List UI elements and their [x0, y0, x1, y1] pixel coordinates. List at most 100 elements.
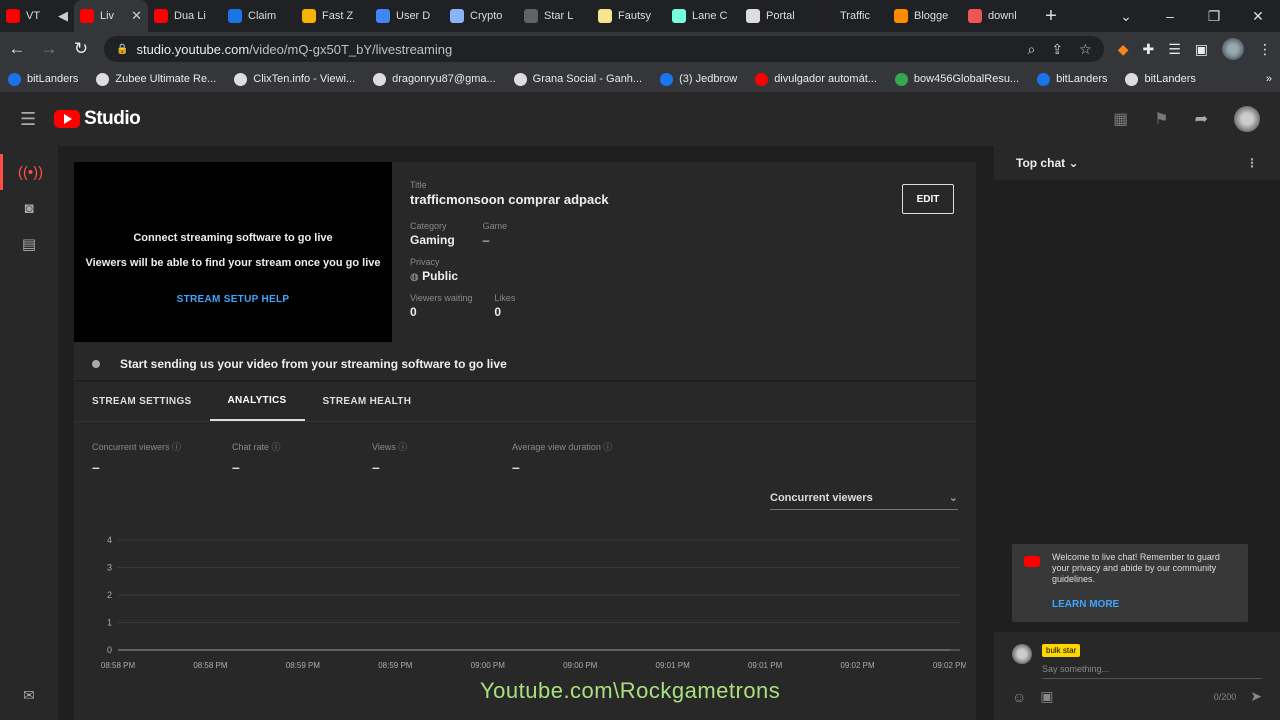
- metamask-icon[interactable]: ◆: [1118, 41, 1129, 58]
- bookmark-star-icon[interactable]: ☆: [1079, 41, 1092, 58]
- browser-tab[interactable]: downl: [962, 0, 1036, 32]
- webcam-icon[interactable]: ◙: [0, 190, 58, 226]
- bookmark-item[interactable]: bitLanders: [8, 72, 79, 86]
- bookmark-label: bitLanders: [1056, 73, 1108, 85]
- tab-stream-health[interactable]: STREAM HEALTH: [305, 382, 430, 421]
- bookmark-favicon-icon: [1037, 72, 1051, 86]
- bookmark-item[interactable]: bow456GlobalResu...: [894, 72, 1019, 86]
- url-bar[interactable]: 🔒 studio.youtube.com/video/mQ-gx50T_bY/l…: [104, 36, 1104, 62]
- help-icon[interactable]: ⓘ: [398, 442, 407, 452]
- tab-title: Portal: [766, 10, 795, 22]
- stream-preview-card: Connect streaming software to go live Vi…: [74, 162, 976, 380]
- window-controls: ⌄ – ❐ ✕: [1104, 8, 1280, 25]
- bookmark-item[interactable]: bitLanders: [1125, 72, 1196, 86]
- browser-tab[interactable]: Dua Li: [148, 0, 222, 32]
- concurrent-viewers-chart: 0 1 2 3 4 08:58 PM 08:58 PM 08:59 PM 08:59 PM 09:…: [101, 535, 966, 670]
- learn-more-link[interactable]: LEARN MORE: [1052, 599, 1238, 610]
- browser-tab[interactable]: Fast Z: [296, 0, 370, 32]
- tab-title: Liv: [100, 10, 115, 22]
- browser-tab[interactable]: Liv ✕: [74, 0, 148, 32]
- bookmark-item[interactable]: (3) Jedbrow: [660, 72, 738, 86]
- forward-button[interactable]: →: [40, 39, 58, 59]
- browser-tab[interactable]: User D: [370, 0, 444, 32]
- super-chat-icon[interactable]: ▣: [1040, 688, 1053, 705]
- help-icon[interactable]: ⓘ: [603, 442, 612, 452]
- bookmark-label: (3) Jedbrow: [679, 73, 738, 85]
- bookmark-item[interactable]: bitLanders: [1037, 72, 1108, 86]
- account-avatar[interactable]: [1234, 106, 1260, 132]
- tab-title: Dua Li: [174, 10, 206, 22]
- preview-submessage: Viewers will be able to find your stream…: [85, 257, 381, 269]
- browser-tab-strip: VT ◀ Liv ✕ Dua Li Claim Fast Z User D Crypto Star…: [0, 0, 1280, 32]
- stream-setup-help-link[interactable]: STREAM SETUP HELP: [74, 294, 392, 305]
- bookmark-item[interactable]: dragonryu87@gma...: [373, 72, 496, 86]
- browser-tab[interactable]: Blogge: [888, 0, 962, 32]
- feedback-icon[interactable]: ✉: [0, 687, 58, 704]
- browser-tab[interactable]: Star L: [518, 0, 592, 32]
- browser-tab[interactable]: VT ◀: [0, 0, 74, 32]
- reload-button[interactable]: ↻: [72, 39, 90, 59]
- back-button[interactable]: ←: [8, 39, 26, 59]
- tab-search-icon[interactable]: ⌄: [1104, 8, 1148, 25]
- minimize-button[interactable]: –: [1148, 8, 1192, 25]
- studio-logo[interactable]: Studio: [54, 108, 141, 130]
- tab-favicon-icon: [598, 9, 612, 23]
- share-icon[interactable]: ⇪: [1051, 41, 1063, 58]
- stream-live-icon[interactable]: ((•)): [0, 154, 58, 190]
- clapper-icon[interactable]: ▦: [1113, 109, 1128, 129]
- browser-tab[interactable]: Lane C: [666, 0, 740, 32]
- chat-input[interactable]: Say something...: [1042, 664, 1109, 674]
- tab-title: Claim: [248, 10, 277, 22]
- profile-avatar[interactable]: [1222, 38, 1244, 60]
- browser-tab[interactable]: Traffic: [814, 0, 888, 32]
- mute-icon[interactable]: ◀: [58, 8, 68, 24]
- browser-tab[interactable]: Crypto: [444, 0, 518, 32]
- preview-message: Connect streaming software to go live: [133, 232, 333, 244]
- bookmark-label: dragonryu87@gma...: [392, 73, 496, 85]
- chat-mode-label: Top chat: [1016, 156, 1066, 170]
- bookmark-item[interactable]: Zubee Ultimate Re...: [96, 72, 216, 86]
- chevron-down-icon: ⌄: [948, 492, 958, 504]
- tab-title: VT: [26, 10, 41, 22]
- bookmark-item[interactable]: ClixTen.info - Viewi...: [234, 72, 356, 86]
- browser-tab[interactable]: Fautsy: [592, 0, 666, 32]
- chat-menu-icon[interactable]: ⋮: [1246, 156, 1258, 170]
- new-tab-button[interactable]: +: [1036, 5, 1066, 28]
- emoji-icon[interactable]: ☺: [1012, 689, 1026, 705]
- bookmark-label: bitLanders: [27, 73, 79, 85]
- close-tab-icon[interactable]: ✕: [131, 8, 142, 24]
- metric-label: Views: [372, 442, 396, 452]
- help-icon[interactable]: ⓘ: [172, 442, 181, 452]
- side-panel-icon[interactable]: ▣: [1195, 41, 1208, 58]
- tab-favicon-icon: [820, 9, 834, 23]
- extensions-puzzle-icon[interactable]: ✚: [1142, 41, 1154, 58]
- game-value: –: [482, 233, 490, 247]
- metric-views: Views ⓘ –: [372, 440, 512, 475]
- help-icon[interactable]: ⓘ: [272, 442, 281, 452]
- browser-menu-icon[interactable]: ⋮: [1258, 41, 1272, 58]
- restore-button[interactable]: ❐: [1192, 8, 1236, 25]
- viewers-waiting-value: 0: [410, 305, 417, 319]
- studio-logo-text: Studio: [84, 108, 141, 129]
- reading-list-icon[interactable]: ☰: [1168, 41, 1181, 58]
- share-arrow-icon[interactable]: ➦: [1195, 109, 1208, 129]
- metric-dropdown[interactable]: Concurrent viewers ⌄: [770, 486, 958, 510]
- hamburger-menu-icon[interactable]: ☰: [20, 109, 36, 130]
- close-window-button[interactable]: ✕: [1236, 8, 1280, 25]
- bookmark-item[interactable]: Grana Social - Ganh...: [513, 72, 642, 86]
- edit-button[interactable]: EDIT: [902, 184, 954, 214]
- browser-tab[interactable]: Claim: [222, 0, 296, 32]
- top-chat-dropdown[interactable]: Top chat ⌄: [1016, 156, 1079, 170]
- x-tick-label: 08:58 PM: [101, 661, 136, 670]
- tab-stream-settings[interactable]: STREAM SETTINGS: [74, 382, 210, 421]
- tab-analytics[interactable]: ANALYTICS: [209, 382, 305, 421]
- calendar-icon[interactable]: ▤: [0, 226, 58, 262]
- lock-icon: 🔒: [116, 43, 129, 55]
- bookmark-item[interactable]: divulgador automát...: [755, 72, 877, 86]
- browser-tab[interactable]: Portal: [740, 0, 814, 32]
- more-bookmarks-icon[interactable]: »: [1266, 73, 1272, 85]
- bookmark-label: ClixTen.info - Viewi...: [253, 73, 356, 85]
- zoom-icon[interactable]: ⌕: [1028, 41, 1036, 58]
- send-icon[interactable]: ➤: [1250, 688, 1262, 705]
- flag-icon[interactable]: ⚑: [1154, 109, 1168, 129]
